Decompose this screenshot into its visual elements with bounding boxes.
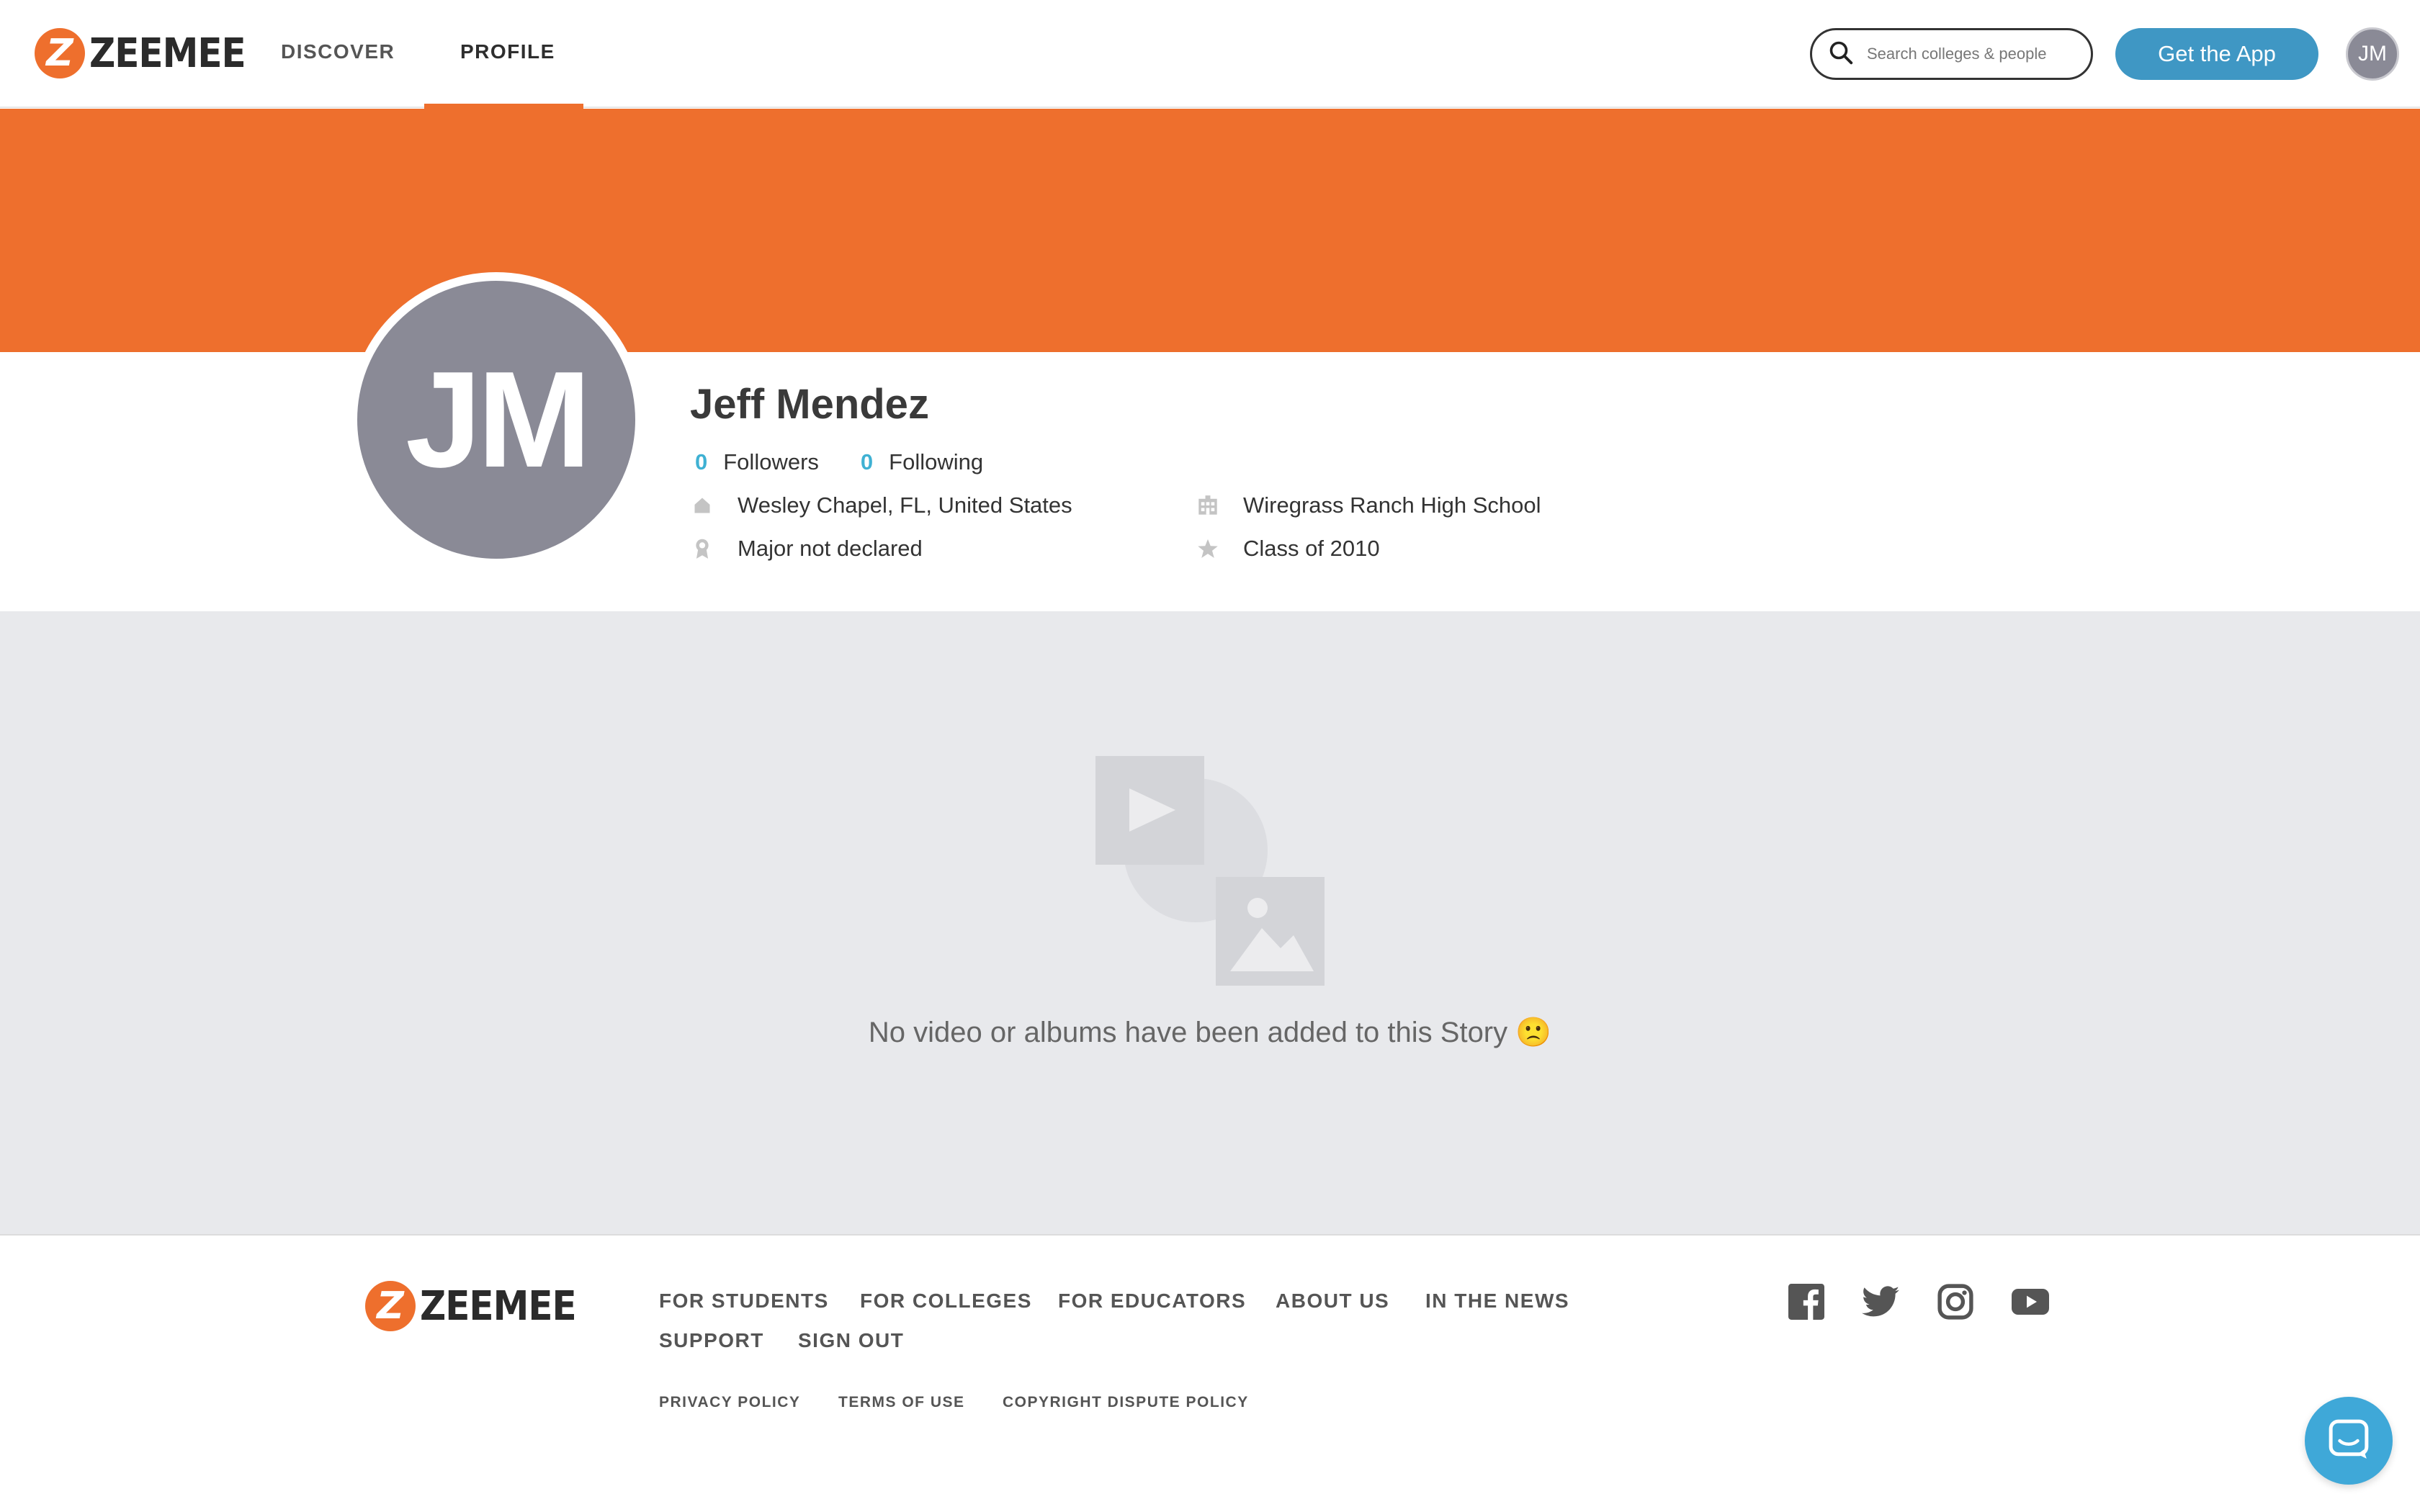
facebook-icon[interactable]	[1787, 1282, 1826, 1321]
footer-link-sign-out[interactable]: SIGN OUT	[798, 1329, 904, 1352]
get-the-app-button[interactable]: Get the App	[2115, 28, 2318, 80]
search-box[interactable]: Search colleges & people	[1810, 28, 2093, 80]
twitter-icon[interactable]	[1861, 1282, 1900, 1321]
empty-media-illustration	[1095, 755, 1325, 986]
following-count: 0	[860, 449, 874, 474]
footer-logo-mark: Z	[365, 1281, 416, 1331]
profile-name: Jeff Mendez	[690, 381, 929, 428]
youtube-icon[interactable]	[2011, 1282, 2050, 1321]
instagram-icon[interactable]	[1936, 1282, 1975, 1321]
empty-story-text: No video or albums have been added to th…	[868, 1017, 1508, 1048]
nav-discover[interactable]: DISCOVER	[281, 40, 395, 63]
logo-wordmark: ZEEMEE	[89, 30, 246, 77]
footer-link-in-the-news[interactable]: IN THE NEWS	[1425, 1290, 1569, 1313]
following-label: Following	[889, 449, 984, 474]
footer-link-privacy-policy[interactable]: PRIVACY POLICY	[659, 1394, 800, 1411]
logo-mark: Z	[35, 28, 85, 78]
empty-story-message: No video or albums have been added to th…	[0, 1015, 2420, 1049]
chat-icon	[2328, 1418, 2370, 1464]
user-avatar-menu[interactable]: JM	[2346, 27, 2399, 81]
nav-profile[interactable]: PROFILE	[460, 40, 555, 63]
zeemee-logo[interactable]: Z ZEEMEE	[35, 28, 246, 78]
active-tab-indicator	[424, 104, 583, 109]
followers-stat[interactable]: 0 Followers	[695, 449, 819, 475]
location-detail: Wesley Chapel, FL, United States	[691, 492, 1072, 518]
footer-link-for-educators[interactable]: FOR EDUCATORS	[1058, 1290, 1246, 1313]
followers-count: 0	[695, 449, 708, 474]
footer-link-for-students[interactable]: FOR STUDENTS	[659, 1290, 829, 1313]
school-text: Wiregrass Ranch High School	[1243, 492, 1541, 518]
star-icon	[1197, 538, 1219, 559]
footer-link-for-colleges[interactable]: FOR COLLEGES	[860, 1290, 1032, 1313]
home-icon	[691, 495, 713, 516]
major-text: Major not declared	[738, 536, 923, 561]
footer-link-support[interactable]: SUPPORT	[659, 1329, 764, 1352]
search-icon	[1828, 40, 1854, 69]
footer-link-terms-of-use[interactable]: TERMS OF USE	[838, 1394, 965, 1411]
school-building-icon	[1197, 495, 1219, 516]
class-year-detail: Class of 2010	[1197, 536, 1380, 562]
sad-face-emoji: 🙁	[1515, 1017, 1552, 1048]
chat-support-button[interactable]	[2305, 1397, 2393, 1485]
ribbon-icon	[691, 538, 713, 559]
following-stat[interactable]: 0 Following	[861, 449, 983, 475]
followers-label: Followers	[723, 449, 819, 474]
location-text: Wesley Chapel, FL, United States	[738, 492, 1072, 518]
class-year-text: Class of 2010	[1243, 536, 1380, 561]
profile-cover-banner	[0, 109, 2420, 352]
search-input[interactable]: Search colleges & people	[1867, 45, 2047, 63]
footer-link-copyright-dispute-policy[interactable]: COPYRIGHT DISPUTE POLICY	[1003, 1394, 1249, 1411]
footer-zeemee-logo[interactable]: Z ZEEMEE	[365, 1281, 577, 1331]
profile-avatar: JM	[349, 272, 644, 567]
footer-logo-wordmark: ZEEMEE	[420, 1282, 577, 1330]
footer	[0, 1236, 2420, 1512]
major-detail: Major not declared	[691, 536, 923, 562]
school-detail: Wiregrass Ranch High School	[1197, 492, 1541, 518]
footer-link-about-us[interactable]: ABOUT US	[1276, 1290, 1389, 1313]
follow-stats: 0 Followers 0 Following	[695, 449, 983, 475]
